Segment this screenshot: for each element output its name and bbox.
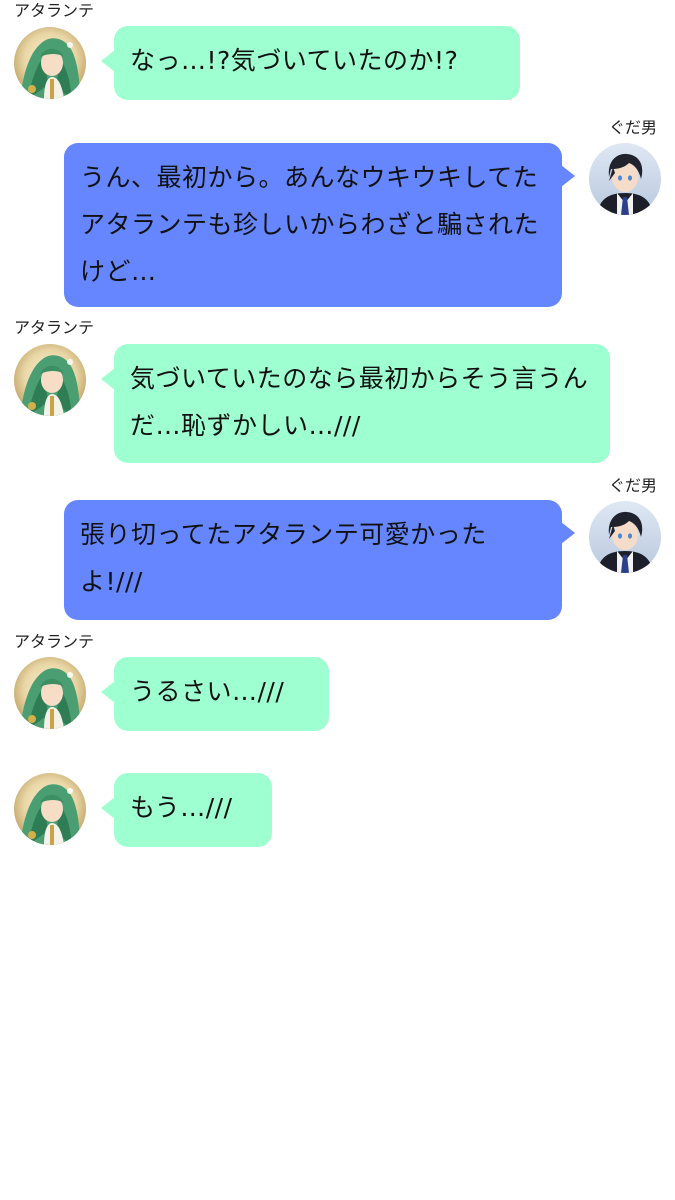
message-text: 気づいていたのなら最初からそう言うんだ…恥ずかしい…/// — [130, 364, 589, 440]
message-text: うん、最初から。あんなウキウキしてたアタランテも珍しいからわざと騙されたけど… — [80, 163, 540, 286]
message-bubble: うん、最初から。あんなウキウキしてたアタランテも珍しいからわざと騙されたけど… — [64, 143, 575, 307]
message-bubble: もう…/// — [101, 773, 272, 847]
sender-name: アタランテ — [14, 318, 95, 337]
message-text: なっ…!?気づいていたのか!? — [130, 46, 459, 75]
message-text: 張り切ってたアタランテ可愛かったよ!/// — [80, 520, 487, 596]
gudao-avatar-icon[interactable] — [589, 501, 661, 573]
message-bubble: 気づいていたのなら最初からそう言うんだ…恥ずかしい…/// — [101, 344, 610, 463]
sender-name: アタランテ — [14, 632, 95, 651]
gudao-avatar-icon[interactable] — [589, 143, 661, 215]
atalante-avatar-icon[interactable] — [14, 344, 86, 416]
atalante-avatar-icon[interactable] — [14, 657, 86, 729]
message-bubble: うるさい…/// — [101, 657, 329, 731]
sender-name: アタランテ — [14, 1, 95, 20]
atalante-avatar-icon[interactable] — [14, 773, 86, 845]
sender-name: ぐだ男 — [609, 476, 658, 495]
message-bubble: 張り切ってたアタランテ可愛かったよ!/// — [64, 500, 575, 620]
message-text: もう…/// — [130, 793, 233, 822]
message-bubble: なっ…!?気づいていたのか!? — [101, 26, 520, 100]
atalante-avatar-icon[interactable] — [14, 27, 86, 99]
sender-name: ぐだ男 — [609, 118, 658, 137]
message-text: うるさい…/// — [130, 677, 285, 706]
